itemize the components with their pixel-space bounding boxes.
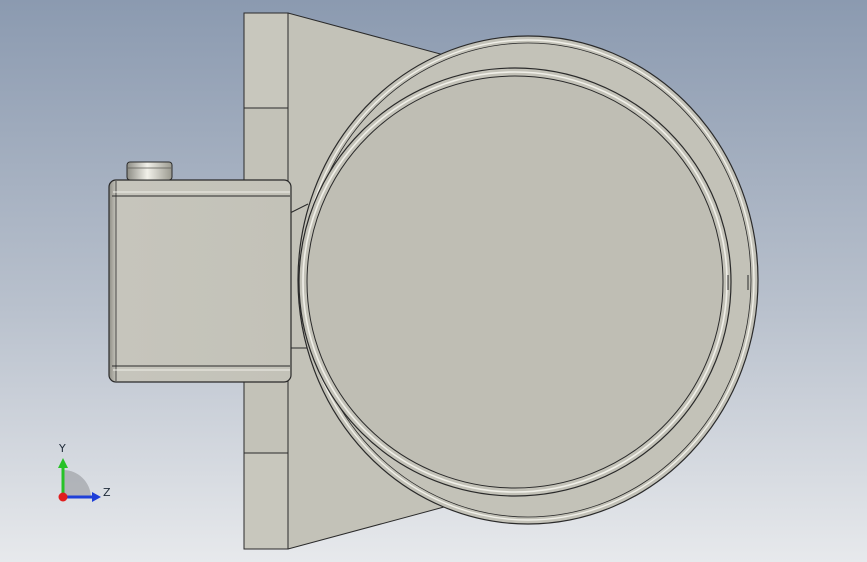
flange-tab-bottom — [243, 452, 289, 550]
junction-box — [108, 179, 292, 383]
model-canvas[interactable] — [0, 0, 867, 562]
box-pin — [126, 161, 173, 181]
triad-z-label: Z — [103, 486, 111, 499]
flange-tab-top — [243, 12, 289, 109]
housing-face — [306, 75, 724, 489]
cad-viewport[interactable]: Y Z — [0, 0, 867, 562]
round-housing — [297, 35, 759, 525]
triad-y-label: Y — [59, 442, 66, 455]
x-axis-dot — [58, 492, 68, 502]
